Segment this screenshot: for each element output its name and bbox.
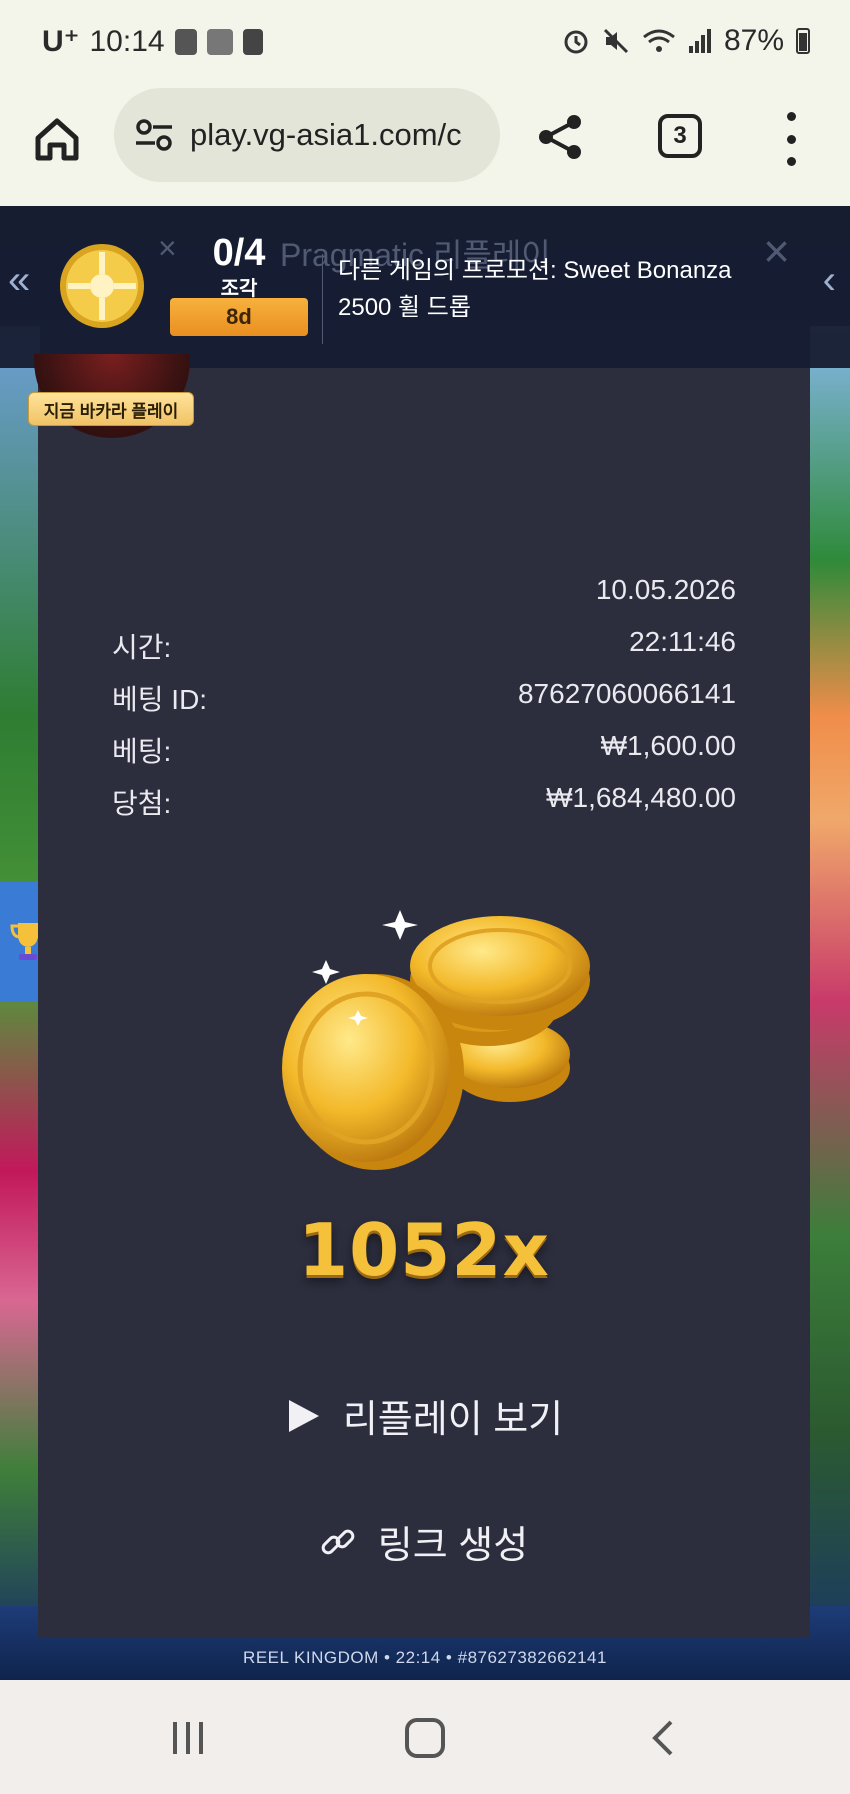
round-reference: REEL KINGDOM • 22:14 • #87627382662141 xyxy=(243,1648,607,1667)
carrier-label: U⁺ xyxy=(42,25,80,58)
promo-prev-button[interactable]: « xyxy=(8,258,30,303)
site-settings-icon[interactable] xyxy=(134,118,174,152)
bet-value: ₩1,600.00 xyxy=(600,730,736,761)
bet-id-value: 87627060066141 xyxy=(517,678,736,709)
time-label: 시간: xyxy=(112,632,172,663)
url-text: play.vg-asia1.com/c xyxy=(190,117,462,152)
wifi-icon xyxy=(643,29,675,52)
share-icon xyxy=(539,115,581,159)
recent-apps-icon xyxy=(173,1722,203,1754)
grid-notification-icon xyxy=(242,28,263,55)
create-link-button[interactable]: 링크 생성 xyxy=(38,1514,810,1569)
play-icon xyxy=(288,1399,319,1432)
faint-close-icon: × xyxy=(158,230,177,266)
watch-replay-label: 리플레이 보기 xyxy=(342,1399,564,1441)
time-value: 22:11:46 xyxy=(629,626,736,657)
home-nav-icon xyxy=(405,1718,445,1758)
watch-replay-button[interactable]: 리플레이 보기 xyxy=(38,1388,810,1443)
back-button[interactable] xyxy=(636,1710,692,1766)
game-background-right xyxy=(810,326,850,1626)
fragment-counter: 0/4 xyxy=(212,232,266,274)
mute-icon xyxy=(603,28,629,54)
alarm-icon xyxy=(564,30,588,54)
notification-icon xyxy=(174,28,197,55)
medal-icon xyxy=(60,244,144,328)
bet-label: 베팅: xyxy=(112,736,172,767)
time-row: 시간: 22:11:46 xyxy=(112,626,736,666)
win-label: 당첨: xyxy=(112,788,172,819)
home-icon xyxy=(35,118,79,161)
home-button[interactable] xyxy=(30,112,84,166)
win-amount-row: 당첨: ₩1,684,480.00 xyxy=(112,782,736,822)
home-nav-button[interactable] xyxy=(397,1710,453,1766)
promo-text[interactable]: 다른 게임의 프로모션: Sweet Bonanza 2500 휠 드롭 xyxy=(338,252,778,326)
overflow-menu-button[interactable] xyxy=(776,112,806,166)
signal-icon xyxy=(688,29,711,53)
back-icon xyxy=(652,1720,673,1756)
recent-apps-button[interactable] xyxy=(160,1710,216,1766)
bet-id-label: 베팅 ID: xyxy=(112,684,208,715)
bet-date: 10.05.2026 xyxy=(595,574,736,605)
days-remaining-badge: 8d xyxy=(170,298,308,336)
bet-details-panel: 10.05.2026 시간: 22:11:46 베팅 ID: 876270600… xyxy=(38,368,810,1638)
fragment-label: 조각 xyxy=(220,278,258,300)
clock: 10:14 xyxy=(89,24,165,58)
battery-percent: 87% xyxy=(723,24,784,57)
win-multiplier: 1052x xyxy=(298,1208,550,1292)
game-viewport: REEL KINGDOM • 22:14 • #87627382662141 1… xyxy=(0,206,850,1680)
system-navigation-bar xyxy=(0,1680,850,1794)
win-value: ₩1,684,480.00 xyxy=(546,782,736,813)
link-icon xyxy=(321,1529,355,1554)
promo-next-button[interactable]: ‹ xyxy=(823,258,836,303)
tab-switcher-button[interactable]: 3 xyxy=(658,114,702,158)
browser-toolbar: play.vg-asia1.com/c 3 xyxy=(0,88,850,206)
promo-divider xyxy=(322,254,323,344)
date-row: 10.05.2026 xyxy=(112,574,736,606)
share-button[interactable] xyxy=(534,110,588,164)
status-bar: U⁺ 10:14 87% xyxy=(0,0,850,88)
battery-icon xyxy=(796,28,810,54)
bet-id-row: 베팅 ID: 87627060066141 xyxy=(112,678,736,718)
app-notification-icon xyxy=(206,28,233,55)
gold-coins-icon xyxy=(282,910,590,1170)
promotion-banner: « × Pragmatic 리플레이 × 0/4 조각 8d 다른 게임의 프로… xyxy=(0,206,850,368)
play-baccarat-button[interactable]: 지금 바카라 플레이 xyxy=(28,392,194,426)
create-link-label: 링크 생성 xyxy=(377,1525,529,1567)
address-bar[interactable]: play.vg-asia1.com/c xyxy=(114,88,500,182)
bet-amount-row: 베팅: ₩1,600.00 xyxy=(112,730,736,770)
